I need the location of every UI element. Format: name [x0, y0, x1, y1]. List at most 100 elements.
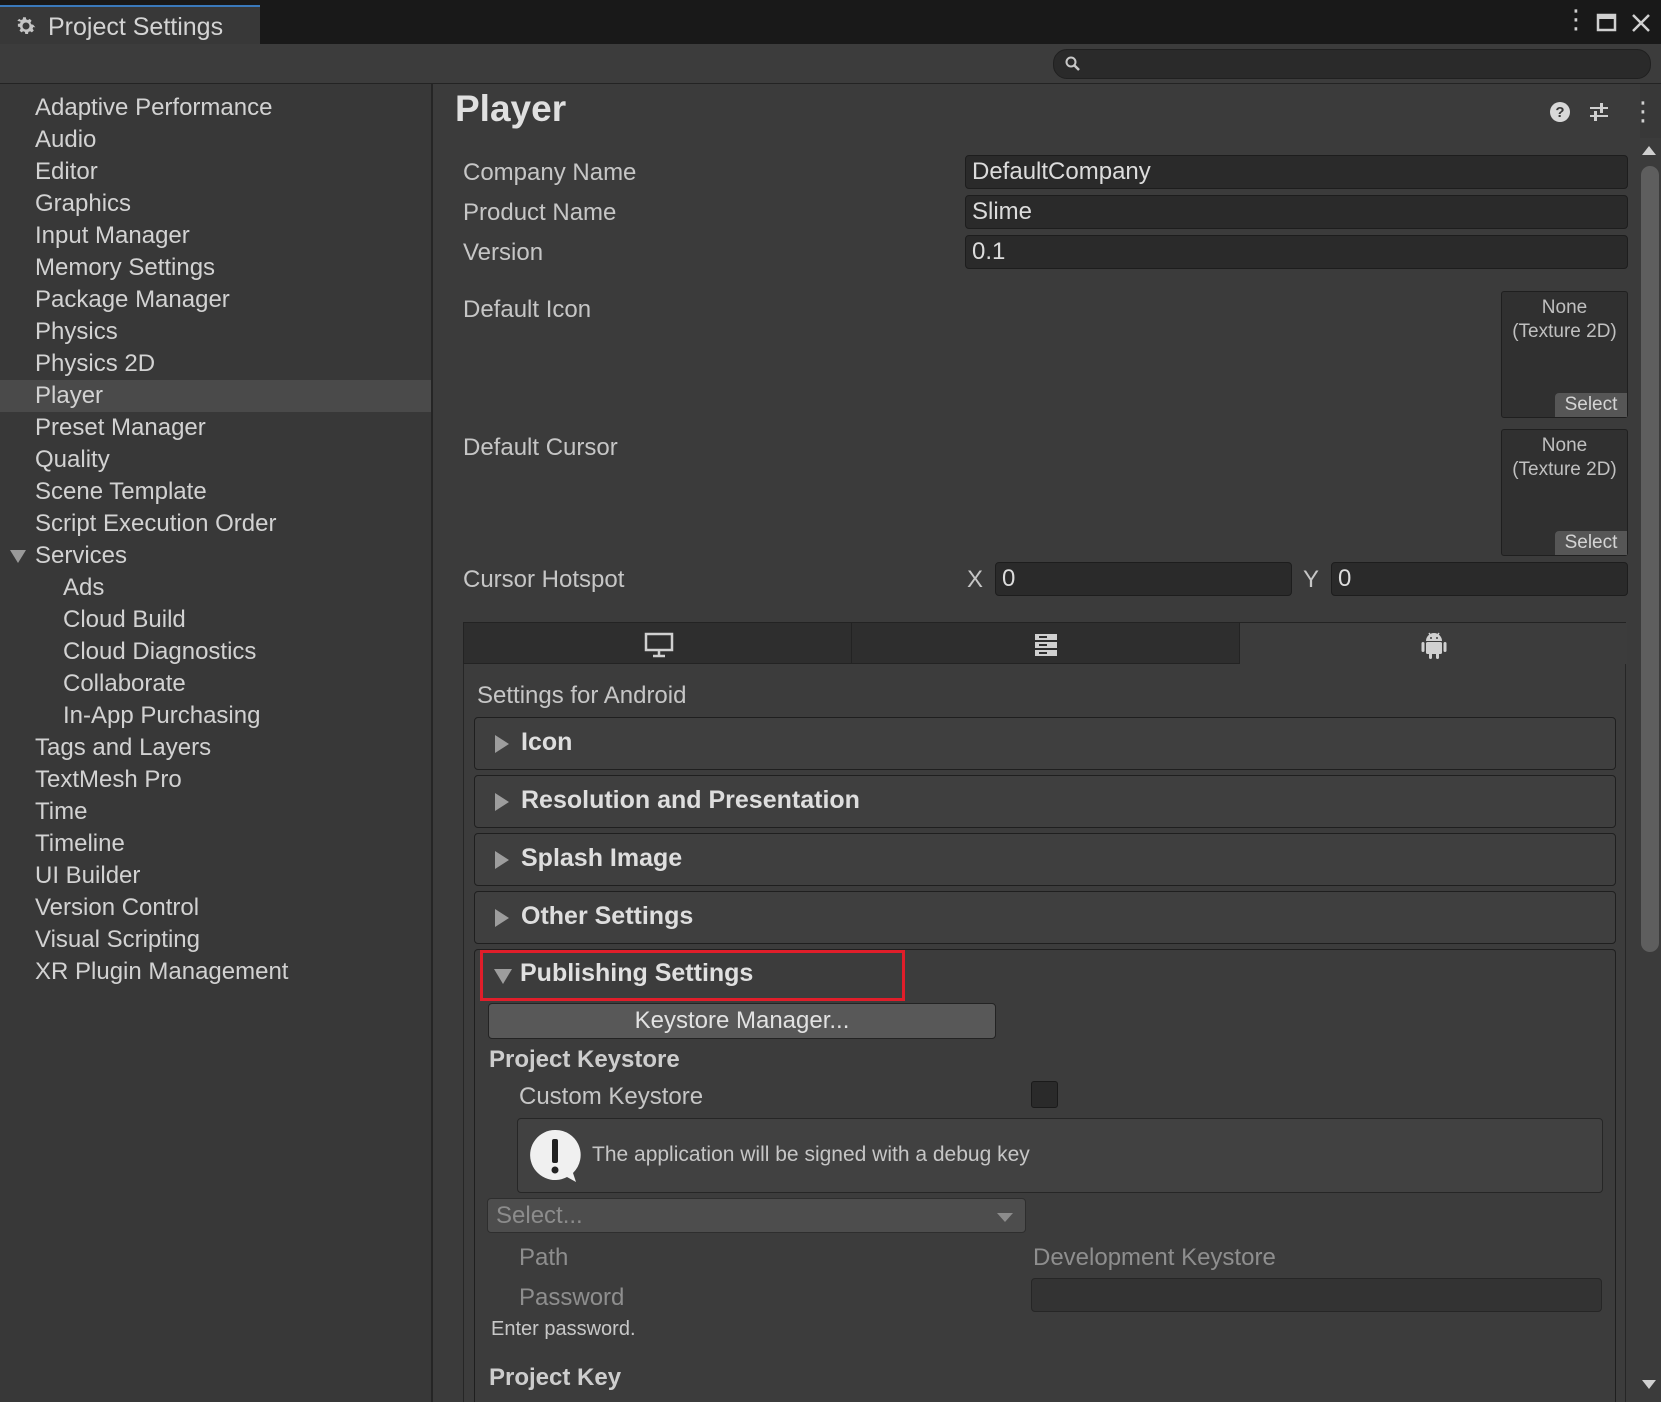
- sidebar-item-player[interactable]: Player: [0, 380, 431, 412]
- help-icon[interactable]: ?: [1548, 100, 1572, 124]
- sidebar-item-label: Visual Scripting: [35, 926, 200, 953]
- hotspot-y-label: Y: [1303, 566, 1320, 593]
- path-label: Path: [519, 1244, 569, 1271]
- sidebar-item-version-control[interactable]: Version Control: [0, 892, 431, 924]
- product-name-field[interactable]: Slime: [965, 195, 1628, 229]
- server-icon: [1035, 634, 1057, 656]
- expand-triangle-icon[interactable]: [10, 550, 26, 563]
- sidebar-item-physics[interactable]: Physics: [0, 316, 431, 348]
- sidebar-item-editor[interactable]: Editor: [0, 156, 431, 188]
- search-input[interactable]: [1053, 49, 1651, 79]
- scroll-down-icon[interactable]: [1642, 1380, 1656, 1389]
- scroll-up-icon[interactable]: [1642, 146, 1656, 155]
- sidebar-item-label: Adaptive Performance: [35, 94, 273, 121]
- preset-sliders-icon[interactable]: [1587, 100, 1611, 124]
- default-cursor-texture-field[interactable]: None (Texture 2D) Select: [1501, 429, 1628, 556]
- sidebar-item-package-manager[interactable]: Package Manager: [0, 284, 431, 316]
- section-splash-image[interactable]: Splash Image: [474, 833, 1616, 886]
- sidebar-item-label: TextMesh Pro: [35, 766, 182, 793]
- sidebar-item-label: Audio: [35, 126, 97, 153]
- custom-keystore-checkbox[interactable]: [1031, 1081, 1058, 1108]
- more-options-icon[interactable]: ⋮: [1563, 4, 1589, 35]
- texture-none-label: None: [1541, 435, 1588, 456]
- section-resolution-and-presentation[interactable]: Resolution and Presentation: [474, 775, 1616, 828]
- sidebar-item-services[interactable]: Services: [0, 540, 431, 572]
- hotspot-x-field[interactable]: 0: [995, 562, 1292, 596]
- sidebar-item-memory-settings[interactable]: Memory Settings: [0, 252, 431, 284]
- tab-dedicated-server[interactable]: [852, 623, 1240, 665]
- sidebar-item-label: Player: [35, 382, 104, 409]
- version-label: Version: [463, 239, 544, 266]
- android-icon: [1421, 632, 1447, 659]
- sidebar-item-timeline[interactable]: Timeline: [0, 828, 431, 860]
- sidebar-item-ads[interactable]: Ads: [0, 572, 431, 604]
- company-name-field[interactable]: DefaultCompany: [965, 155, 1628, 189]
- sidebar-item-ui-builder[interactable]: UI Builder: [0, 860, 431, 892]
- scrollbar-thumb[interactable]: [1641, 166, 1659, 952]
- default-icon-texture-field[interactable]: None (Texture 2D) Select: [1501, 291, 1628, 418]
- sidebar-item-audio[interactable]: Audio: [0, 124, 431, 156]
- search-icon: [1065, 56, 1080, 71]
- close-icon[interactable]: [1630, 4, 1652, 41]
- maximize-icon[interactable]: [1596, 4, 1618, 41]
- password-field[interactable]: [1031, 1278, 1602, 1312]
- sidebar-item-physics-2d[interactable]: Physics 2D: [0, 348, 431, 380]
- sidebar-item-xr-plugin-management[interactable]: XR Plugin Management: [0, 956, 431, 988]
- select-texture-button[interactable]: Select: [1555, 531, 1627, 555]
- select-texture-button[interactable]: Select: [1555, 393, 1627, 417]
- sidebar-item-label: Input Manager: [35, 222, 190, 249]
- sidebar-item-preset-manager[interactable]: Preset Manager: [0, 412, 431, 444]
- warning-bubble-icon: [530, 1129, 581, 1182]
- sidebar: Adaptive Performance Audio Editor Graphi…: [0, 84, 433, 1402]
- section-icon[interactable]: Icon: [474, 717, 1616, 770]
- sidebar-item-quality[interactable]: Quality: [0, 444, 431, 476]
- tab-standalone[interactable]: [464, 623, 852, 665]
- sidebar-item-label: Services: [35, 542, 128, 569]
- version-field[interactable]: 0.1: [965, 235, 1628, 269]
- sidebar-item-cloud-diagnostics[interactable]: Cloud Diagnostics: [0, 636, 431, 668]
- hotspot-y-field[interactable]: 0: [1331, 562, 1628, 596]
- sidebar-item-collaborate[interactable]: Collaborate: [0, 668, 431, 700]
- sidebar-item-input-manager[interactable]: Input Manager: [0, 220, 431, 252]
- chevron-down-icon: [997, 1213, 1013, 1222]
- platform-tabs: [463, 622, 1627, 665]
- section-publishing-settings[interactable]: Publishing Settings: [520, 959, 753, 988]
- collapsed-arrow-icon: [495, 851, 509, 869]
- section-title: Icon: [521, 728, 573, 756]
- component-menu-icon[interactable]: ⋮: [1630, 96, 1656, 127]
- monitor-icon: [644, 632, 674, 658]
- expanded-arrow-icon[interactable]: [494, 969, 512, 984]
- sidebar-item-label: Preset Manager: [35, 414, 206, 441]
- project-key-label: Project Key: [489, 1364, 622, 1391]
- sidebar-item-textmesh-pro[interactable]: TextMesh Pro: [0, 764, 431, 796]
- page-title: Player: [455, 88, 567, 129]
- sidebar-item-label: Script Execution Order: [35, 510, 277, 537]
- sidebar-item-label: Cloud Diagnostics: [63, 638, 257, 665]
- texture-type-label: (Texture 2D): [1512, 459, 1617, 480]
- sidebar-item-time[interactable]: Time: [0, 796, 431, 828]
- company-name-label: Company Name: [463, 159, 637, 186]
- keystore-select-dropdown[interactable]: Select...: [487, 1198, 1026, 1233]
- sidebar-item-adaptive-performance[interactable]: Adaptive Performance: [0, 92, 431, 124]
- sidebar-item-label: Physics 2D: [35, 350, 156, 377]
- sidebar-item-script-execution-order[interactable]: Script Execution Order: [0, 508, 431, 540]
- sidebar-item-cloud-build[interactable]: Cloud Build: [0, 604, 431, 636]
- tab-android[interactable]: [1240, 623, 1627, 665]
- section-title: Resolution and Presentation: [521, 786, 860, 814]
- keystore-manager-button[interactable]: Keystore Manager...: [488, 1003, 996, 1039]
- sidebar-item-tags-and-layers[interactable]: Tags and Layers: [0, 732, 431, 764]
- sidebar-item-visual-scripting[interactable]: Visual Scripting: [0, 924, 431, 956]
- gear-icon: [17, 17, 36, 34]
- help-message: The application will be signed with a de…: [592, 1143, 1030, 1166]
- sidebar-item-label: Version Control: [35, 894, 200, 921]
- sidebar-item-label: In-App Purchasing: [63, 702, 261, 729]
- sidebar-item-scene-template[interactable]: Scene Template: [0, 476, 431, 508]
- sidebar-item-in-app-purchasing[interactable]: In-App Purchasing: [0, 700, 431, 732]
- sidebar-item-label: Graphics: [35, 190, 132, 217]
- default-icon-label: Default Icon: [463, 296, 592, 323]
- sidebar-item-label: Tags and Layers: [35, 734, 212, 761]
- sidebar-item-graphics[interactable]: Graphics: [0, 188, 431, 220]
- window-tab[interactable]: Project Settings: [0, 5, 260, 44]
- section-other-settings[interactable]: Other Settings: [474, 891, 1616, 944]
- cursor-hotspot-label: Cursor Hotspot: [463, 566, 625, 593]
